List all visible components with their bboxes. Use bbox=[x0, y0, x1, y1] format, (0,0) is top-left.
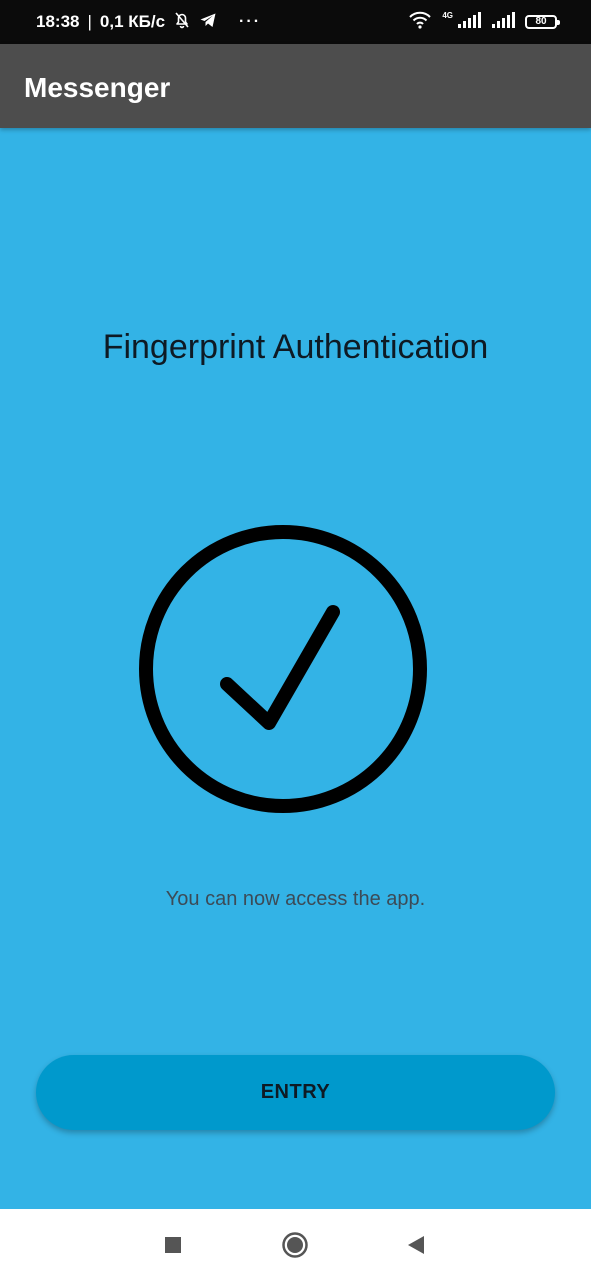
back-triangle-icon[interactable] bbox=[400, 1229, 432, 1261]
navigation-bar bbox=[0, 1209, 591, 1280]
signal-icon bbox=[457, 12, 481, 32]
status-net-speed: 0,1 КБ/с bbox=[99, 12, 166, 31]
battery-level: 80 bbox=[535, 16, 547, 27]
status-right: 4G 80 bbox=[408, 0, 560, 44]
recents-square-icon[interactable] bbox=[157, 1229, 189, 1261]
telegram-icon bbox=[199, 11, 217, 34]
app-screen: 18:38 | 0,1 КБ/с ··· 4G 80 Messenger Fin… bbox=[0, 0, 591, 1280]
battery-icon: 80 bbox=[525, 15, 560, 29]
signal-icon bbox=[491, 12, 515, 32]
wifi-icon bbox=[408, 11, 432, 33]
network-type-label: 4G bbox=[442, 10, 453, 20]
access-message: You can now access the app. bbox=[165, 888, 426, 910]
more-notifications-icon: ··· bbox=[239, 13, 262, 30]
entry-button[interactable]: ENTRY bbox=[36, 1055, 555, 1130]
status-time: 18:38 bbox=[36, 12, 80, 31]
page-heading: Fingerprint Authentication bbox=[102, 328, 489, 366]
status-left: 18:38 | 0,1 КБ/с ··· bbox=[36, 0, 261, 44]
app-bar: Messenger bbox=[0, 44, 591, 128]
status-bar: 18:38 | 0,1 КБ/с ··· 4G 80 bbox=[0, 0, 591, 44]
bell-off-icon bbox=[173, 11, 191, 34]
app-title: Messenger bbox=[24, 72, 171, 103]
check-circle-icon bbox=[136, 522, 430, 816]
home-circle-icon[interactable] bbox=[279, 1229, 311, 1261]
status-separator: | bbox=[87, 12, 92, 31]
